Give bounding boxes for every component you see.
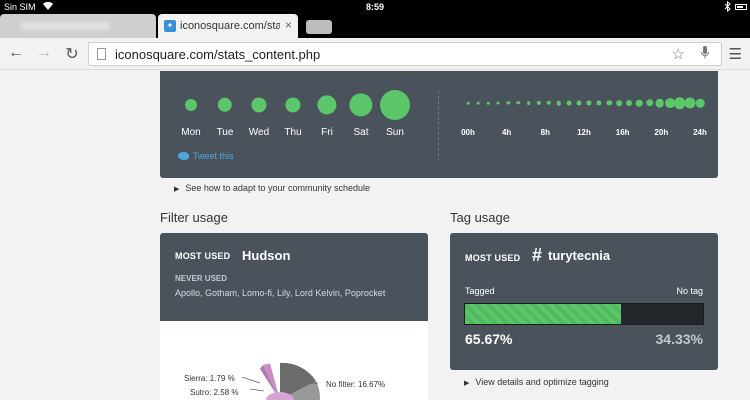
- battery-icon: [735, 4, 747, 10]
- microphone-icon[interactable]: [701, 46, 709, 62]
- hour-chart: 00h 4h 8h 12h 16h 20h 24h: [450, 71, 710, 171]
- hour-label: 20h: [654, 128, 669, 137]
- tweet-this-label: Tweet this: [193, 151, 234, 161]
- tab-active[interactable]: ✦ iconosquare.com/stats_c ×: [158, 14, 298, 38]
- day-bubble: [380, 90, 410, 120]
- hour-dot: [476, 101, 480, 105]
- address-bar[interactable]: iconosquare.com/stats_content.php ☆: [88, 42, 722, 66]
- bluetooth-icon: [724, 0, 732, 14]
- filter-most-used-label: MOST USED: [175, 251, 231, 261]
- filter-usage-title: Filter usage: [160, 210, 228, 225]
- tag-usage-card: MOST USED # turytecnia Tagged No tag 65.…: [450, 233, 718, 370]
- day-label: Sun: [386, 127, 404, 138]
- no-tag-label: No tag: [676, 286, 703, 296]
- day-bubble: [349, 93, 373, 117]
- day-sun: Sun: [375, 71, 415, 141]
- tab-strip: ✦ iconosquare.com/stats_c ×: [0, 14, 750, 38]
- hour-label: 24h: [693, 128, 707, 137]
- hour-dot: [606, 100, 612, 106]
- hour-dot: [596, 100, 602, 106]
- most-used-tag: turytecnia: [548, 248, 611, 263]
- adapt-schedule-label: See how to adapt to your community sched…: [185, 183, 370, 193]
- tagged-percent: 65.67%: [465, 331, 513, 347]
- tag-usage-title: Tag usage: [450, 210, 510, 225]
- pie-label-sutro: Sutro: 2.58 %: [190, 388, 239, 397]
- no-tag-percent: 34.33%: [655, 331, 703, 347]
- hour-label: 12h: [577, 128, 591, 137]
- day-bubble: [217, 97, 233, 113]
- tab-title: iconosquare.com/stats_c: [180, 20, 280, 32]
- hour-label: 8h: [540, 128, 550, 137]
- tag-details-label: View details and optimize tagging: [475, 377, 609, 387]
- bookmark-star-icon[interactable]: ☆: [672, 45, 685, 63]
- hour-dot: [566, 100, 572, 106]
- tagging-progress-fill: [465, 304, 622, 324]
- page-content: Mon Tue Wed Thu Fri Sat Sun Tweet this 00h 4h 8h…: [0, 71, 750, 400]
- never-used-label: NEVER USED: [175, 274, 228, 283]
- tag-details-link[interactable]: ▶ View details and optimize tagging: [464, 377, 609, 387]
- leader-line-sierra: [241, 376, 261, 384]
- hour-dot: [616, 100, 623, 106]
- url-text[interactable]: iconosquare.com/stats_content.php: [115, 47, 320, 62]
- hour-dot: [546, 100, 551, 106]
- triangle-right-icon: ▶: [174, 186, 180, 193]
- filter-usage-card: MOST USED Hudson NEVER USED Apollo, Goth…: [160, 233, 428, 321]
- hour-dot: [576, 100, 582, 106]
- hour-dot: [486, 101, 490, 105]
- hour-dot: [536, 100, 541, 106]
- iconosquare-favicon-icon: ✦: [164, 20, 176, 32]
- tagging-progress-bar: [464, 303, 704, 325]
- twitter-bird-icon: [178, 152, 189, 160]
- page-icon: [97, 48, 106, 60]
- clock: 8:59: [365, 2, 384, 12]
- hour-dot: [684, 97, 696, 109]
- tweet-this-link[interactable]: Tweet this: [178, 151, 234, 161]
- close-tab-icon[interactable]: ×: [285, 18, 292, 32]
- hour-dot: [506, 101, 510, 105]
- day-bubble: [285, 97, 301, 113]
- forward-arrow-icon[interactable]: →: [34, 44, 54, 62]
- schedule-panel: Mon Tue Wed Thu Fri Sat Sun Tweet this 00h 4h 8h…: [160, 71, 718, 178]
- hour-dot: [655, 98, 664, 108]
- hour-dot: [695, 98, 705, 108]
- menu-icon[interactable]: ☰: [729, 45, 742, 63]
- hour-dot: [636, 99, 643, 107]
- hour-label: 00h: [461, 128, 475, 137]
- hour-dot: [496, 101, 500, 105]
- day-bubble: [185, 99, 197, 111]
- status-bar: Sin SIM 8:59: [0, 0, 750, 14]
- hour-label: 16h: [615, 128, 630, 137]
- day-bubble: [317, 95, 337, 115]
- pie-label-sierra: Sierra: 1.79 %: [184, 374, 235, 383]
- hour-dot: [526, 101, 531, 105]
- reload-icon[interactable]: ↻: [62, 44, 82, 64]
- back-arrow-icon[interactable]: ←: [6, 44, 26, 62]
- hour-dot: [626, 100, 633, 106]
- triangle-right-icon: ▶: [464, 380, 470, 387]
- chart-divider: [438, 91, 439, 161]
- hour-dot: [516, 101, 521, 105]
- adapt-schedule-link[interactable]: ▶ See how to adapt to your community sche…: [174, 183, 370, 193]
- new-tab-button[interactable]: [306, 20, 332, 34]
- pie-label-no-filter: No filter: 16.67%: [326, 380, 386, 389]
- tagged-label: Tagged: [465, 286, 495, 296]
- browser-toolbar: ← → ↻ iconosquare.com/stats_content.php …: [0, 38, 750, 70]
- tab-title-blurred: [20, 22, 110, 30]
- hour-dot: [645, 99, 654, 107]
- hour-dot: [586, 100, 592, 106]
- filter-most-used-value: Hudson: [242, 248, 291, 263]
- never-used-list: Apollo, Gotham, Lomo-fi, Lily, Lord Kelv…: [175, 288, 386, 298]
- filter-pie-area: Sierra: 1.79 % Sutro: 2.58 % No filter: …: [160, 321, 428, 400]
- tab-inactive[interactable]: [0, 14, 156, 38]
- leader-line-sutro: [249, 388, 265, 392]
- tag-most-used-label: MOST USED: [465, 253, 521, 263]
- day-bubble: [251, 97, 267, 113]
- hour-label: 4h: [501, 128, 512, 137]
- hashtag-icon: #: [532, 245, 543, 265]
- hour-dot: [556, 100, 562, 106]
- hour-dot: [466, 101, 470, 105]
